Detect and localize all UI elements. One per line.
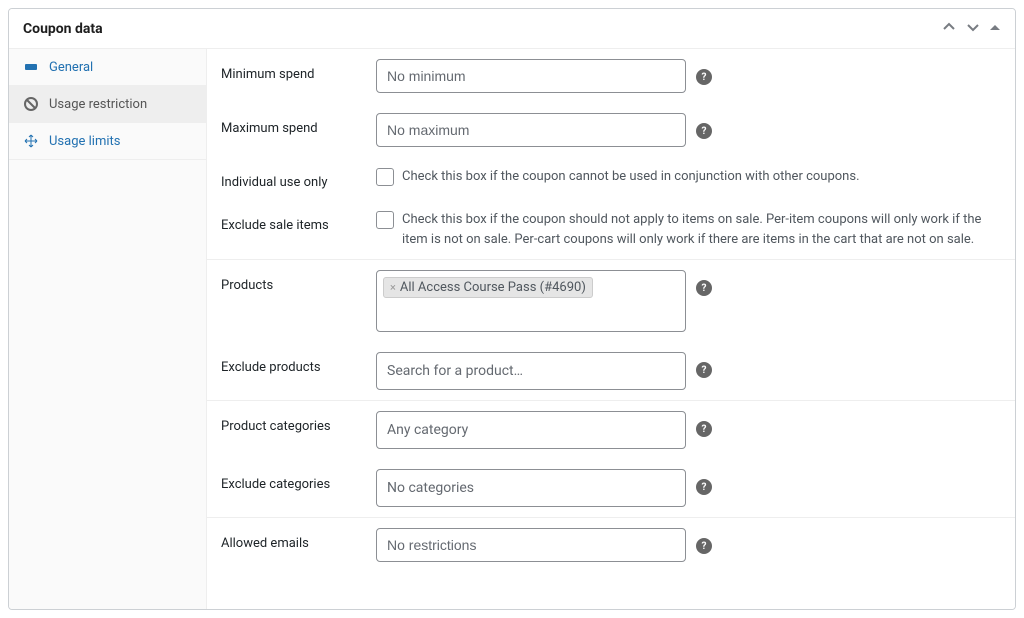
field-label: Product categories — [221, 411, 376, 434]
tab-label: Usage limits — [49, 134, 120, 149]
coupon-data-panel: Coupon data General — [8, 8, 1016, 610]
exclude-categories-select[interactable]: No categories — [376, 469, 686, 507]
field-row-individual-use: Individual use only Check this box if th… — [207, 157, 1015, 200]
maximum-spend-input[interactable] — [376, 113, 686, 147]
tab-label: General — [49, 60, 93, 75]
field-row-maximum-spend: Maximum spend ? — [207, 103, 1015, 157]
field-label: Maximum spend — [221, 113, 376, 136]
panel-controls — [941, 19, 1001, 38]
individual-use-checkbox[interactable] — [376, 168, 394, 186]
field-row-minimum-spend: Minimum spend ? — [207, 49, 1015, 103]
field-row-exclude-products: Exclude products Search for a product… ? — [207, 342, 1015, 400]
tab-label: Usage restriction — [49, 97, 147, 112]
exclude-sale-items-checkbox[interactable] — [376, 211, 394, 229]
content-area: Minimum spend ? Maximum spend ? Individu… — [207, 49, 1015, 609]
help-icon[interactable]: ? — [696, 479, 712, 495]
checkbox-description: Check this box if the coupon should not … — [402, 210, 1001, 249]
field-label: Minimum spend — [221, 59, 376, 82]
field-label: Allowed emails — [221, 528, 376, 551]
move-up-icon[interactable] — [941, 19, 957, 38]
panel-title: Coupon data — [23, 21, 103, 37]
ticket-icon — [23, 59, 39, 75]
tab-general[interactable]: General — [9, 49, 206, 86]
help-icon[interactable]: ? — [696, 538, 712, 554]
field-row-products: Products × All Access Course Pass (#4690… — [207, 260, 1015, 342]
field-row-exclude-categories: Exclude categories No categories ? — [207, 459, 1015, 517]
help-icon[interactable]: ? — [696, 362, 712, 378]
panel-header: Coupon data — [9, 9, 1015, 49]
help-icon[interactable]: ? — [696, 280, 712, 296]
field-label: Exclude products — [221, 352, 376, 375]
field-row-exclude-sale-items: Exclude sale items Check this box if the… — [207, 200, 1015, 259]
help-icon[interactable]: ? — [696, 421, 712, 437]
exclude-products-select[interactable]: Search for a product… — [376, 352, 686, 390]
field-label: Exclude categories — [221, 469, 376, 492]
panel-body: General Usage restriction Usage limits M… — [9, 49, 1015, 609]
product-categories-select[interactable]: Any category — [376, 411, 686, 449]
tag-remove-icon[interactable]: × — [390, 281, 396, 294]
move-down-icon[interactable] — [965, 19, 981, 38]
tab-usage-limits[interactable]: Usage limits — [9, 123, 206, 160]
tabs-sidebar: General Usage restriction Usage limits — [9, 49, 207, 609]
help-icon[interactable]: ? — [696, 69, 712, 85]
products-multiselect[interactable]: × All Access Course Pass (#4690) — [376, 270, 686, 332]
tag-text: All Access Course Pass (#4690) — [400, 280, 586, 295]
help-icon[interactable]: ? — [696, 123, 712, 139]
collapse-toggle-icon[interactable] — [989, 21, 1001, 37]
block-icon — [23, 96, 39, 112]
field-label: Exclude sale items — [221, 210, 376, 233]
minimum-spend-input[interactable] — [376, 59, 686, 93]
field-label: Individual use only — [221, 167, 376, 190]
move-icon — [23, 133, 39, 149]
field-row-allowed-emails: Allowed emails ? — [207, 518, 1015, 572]
checkbox-description: Check this box if the coupon cannot be u… — [402, 167, 860, 187]
product-tag: × All Access Course Pass (#4690) — [383, 277, 593, 298]
allowed-emails-input[interactable] — [376, 528, 686, 562]
field-row-product-categories: Product categories Any category ? — [207, 401, 1015, 459]
field-label: Products — [221, 270, 376, 293]
tab-usage-restriction[interactable]: Usage restriction — [9, 86, 206, 123]
